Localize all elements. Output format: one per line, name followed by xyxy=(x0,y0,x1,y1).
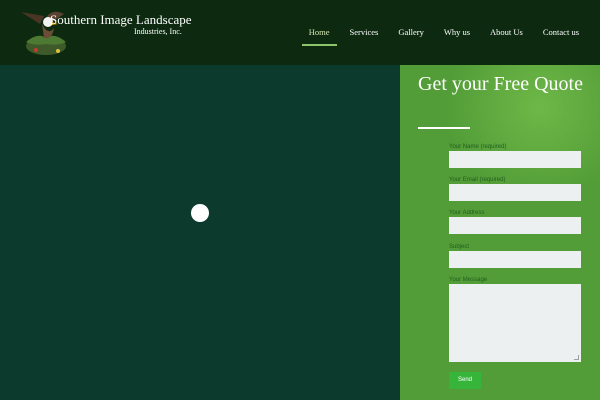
nav-item-contact-us[interactable]: Contact us xyxy=(536,22,586,46)
address-field[interactable] xyxy=(449,217,581,234)
title-divider xyxy=(418,127,470,129)
brand-name-line1: Southern Image Landscape xyxy=(50,12,192,27)
send-button[interactable]: Send xyxy=(449,372,481,389)
email-field[interactable] xyxy=(449,184,581,201)
email-label: Your Email (required) xyxy=(449,177,506,183)
nav-item-gallery[interactable]: Gallery xyxy=(391,22,431,46)
nav-item-about-us[interactable]: About Us xyxy=(483,22,530,46)
subject-field[interactable] xyxy=(449,251,581,268)
quote-form-panel: Get your Free Quote Your Name (required)… xyxy=(400,65,600,400)
subject-label: Subject xyxy=(449,244,470,250)
address-label: Your Address xyxy=(449,210,485,216)
message-label: Your Message xyxy=(449,277,488,283)
name-label: Your Name (required) xyxy=(449,144,507,150)
nav-item-services[interactable]: Services xyxy=(343,22,386,46)
main-nav: Home Services Gallery Why us About Us Co… xyxy=(296,22,586,46)
site-header: Southern Image Landscape Industries, Inc… xyxy=(0,0,600,65)
message-textarea[interactable] xyxy=(449,284,581,362)
resize-handle-icon[interactable] xyxy=(574,355,579,360)
brand-name-line2: Industries, Inc. xyxy=(134,27,182,36)
loading-spinner-icon xyxy=(191,204,209,222)
hero-slider xyxy=(0,65,400,400)
name-field[interactable] xyxy=(449,151,581,168)
nav-item-why-us[interactable]: Why us xyxy=(437,22,477,46)
nav-item-home[interactable]: Home xyxy=(301,22,337,46)
quote-form-title: Get your Free Quote xyxy=(418,73,583,95)
